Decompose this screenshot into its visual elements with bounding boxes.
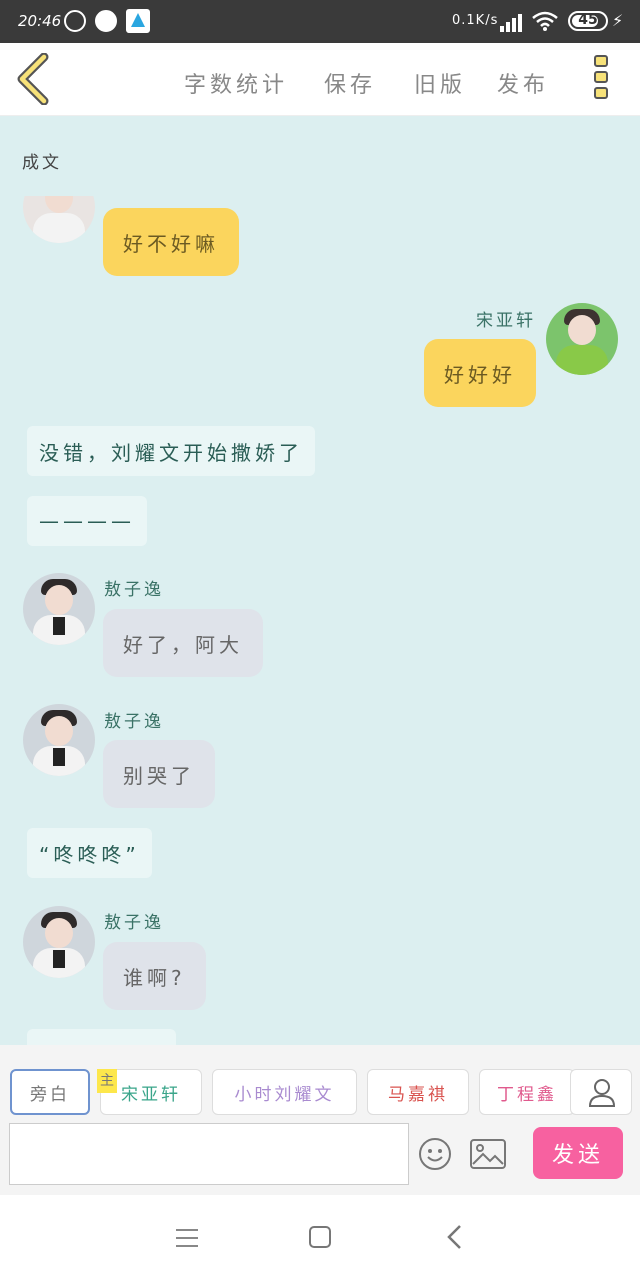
avatar[interactable] (23, 196, 95, 243)
netease-music-icon (64, 10, 86, 32)
battery-icon: 45 (568, 11, 608, 31)
system-nav-bar (0, 1195, 640, 1280)
sender-name: 敖子逸 (104, 913, 164, 933)
status-bar: 20:46 0.1K/s 45 ⚡ (0, 0, 640, 43)
charging-icon: ⚡ (612, 11, 624, 30)
message-bubble[interactable]: 好了，阿大 (103, 609, 263, 677)
person-icon (588, 1079, 616, 1107)
image-icon[interactable] (470, 1139, 506, 1169)
old-version-button[interactable]: 旧版 (414, 67, 466, 99)
battery-level: 45 (578, 12, 598, 28)
avatar[interactable] (23, 573, 95, 645)
app-notification-icon (95, 10, 117, 32)
role-tab-liu-yaowen[interactable]: 小时刘耀文 (212, 1069, 357, 1115)
message-bubble[interactable]: 谁啊? (103, 942, 206, 1010)
home-icon[interactable] (309, 1226, 331, 1248)
back-nav-icon[interactable] (444, 1224, 466, 1250)
app-logo-icon (126, 9, 150, 33)
save-button[interactable]: 保存 (324, 67, 376, 99)
chat-area[interactable]: 成文 好不好嘛 宋亚轩 好好好 没错，刘耀文开始撒娇了 ———— 敖子逸 好了，… (0, 116, 640, 1045)
composer: 旁白 宋亚轩 主 小时刘耀文 马嘉祺 丁程鑫 发送 (0, 1045, 640, 1195)
role-tab-narrator[interactable]: 旁白 (10, 1069, 90, 1115)
net-speed: 0.1K/s (452, 13, 499, 28)
send-button[interactable]: 发送 (533, 1127, 623, 1179)
sender-name: 敖子逸 (104, 580, 164, 600)
role-tab-ding-chengxin[interactable]: 丁程鑫 (479, 1069, 575, 1115)
message-bubble[interactable]: 别哭了 (103, 740, 215, 808)
sender-name: 敖子逸 (104, 712, 164, 732)
avatar[interactable] (23, 704, 95, 776)
main-role-tag: 主 (97, 1069, 117, 1093)
avatar[interactable] (546, 303, 618, 375)
status-time: 20:46 (18, 12, 62, 30)
narration-text[interactable]: “咚咚咚” (27, 828, 152, 878)
message-input[interactable] (9, 1123, 409, 1185)
character-select-button[interactable] (570, 1069, 632, 1115)
avatar[interactable] (23, 906, 95, 978)
narration-text[interactable]: 没错，刘耀文开始撒娇了 (27, 426, 315, 476)
signal-icon (500, 12, 524, 32)
message-bubble[interactable]: 好不好嘛 (103, 208, 239, 276)
role-tab-ma-jiaqi[interactable]: 马嘉祺 (367, 1069, 469, 1115)
emoji-icon[interactable] (418, 1137, 452, 1171)
recent-apps-icon[interactable] (176, 1229, 198, 1247)
word-count-button[interactable]: 字数统计 (184, 67, 288, 99)
section-label: 成文 (22, 153, 62, 173)
narration-text[interactable]: ———— (27, 496, 147, 546)
narration-text[interactable]: “…………” (27, 1029, 176, 1045)
message-bubble[interactable]: 好好好 (424, 339, 536, 407)
sender-name: 宋亚轩 (476, 311, 536, 331)
chevron-left-icon[interactable] (14, 53, 54, 105)
more-vertical-icon[interactable] (594, 55, 612, 105)
wifi-icon (532, 11, 558, 31)
editor-header: 字数统计 保存 旧版 发布 (0, 43, 640, 116)
publish-button[interactable]: 发布 (497, 67, 549, 99)
